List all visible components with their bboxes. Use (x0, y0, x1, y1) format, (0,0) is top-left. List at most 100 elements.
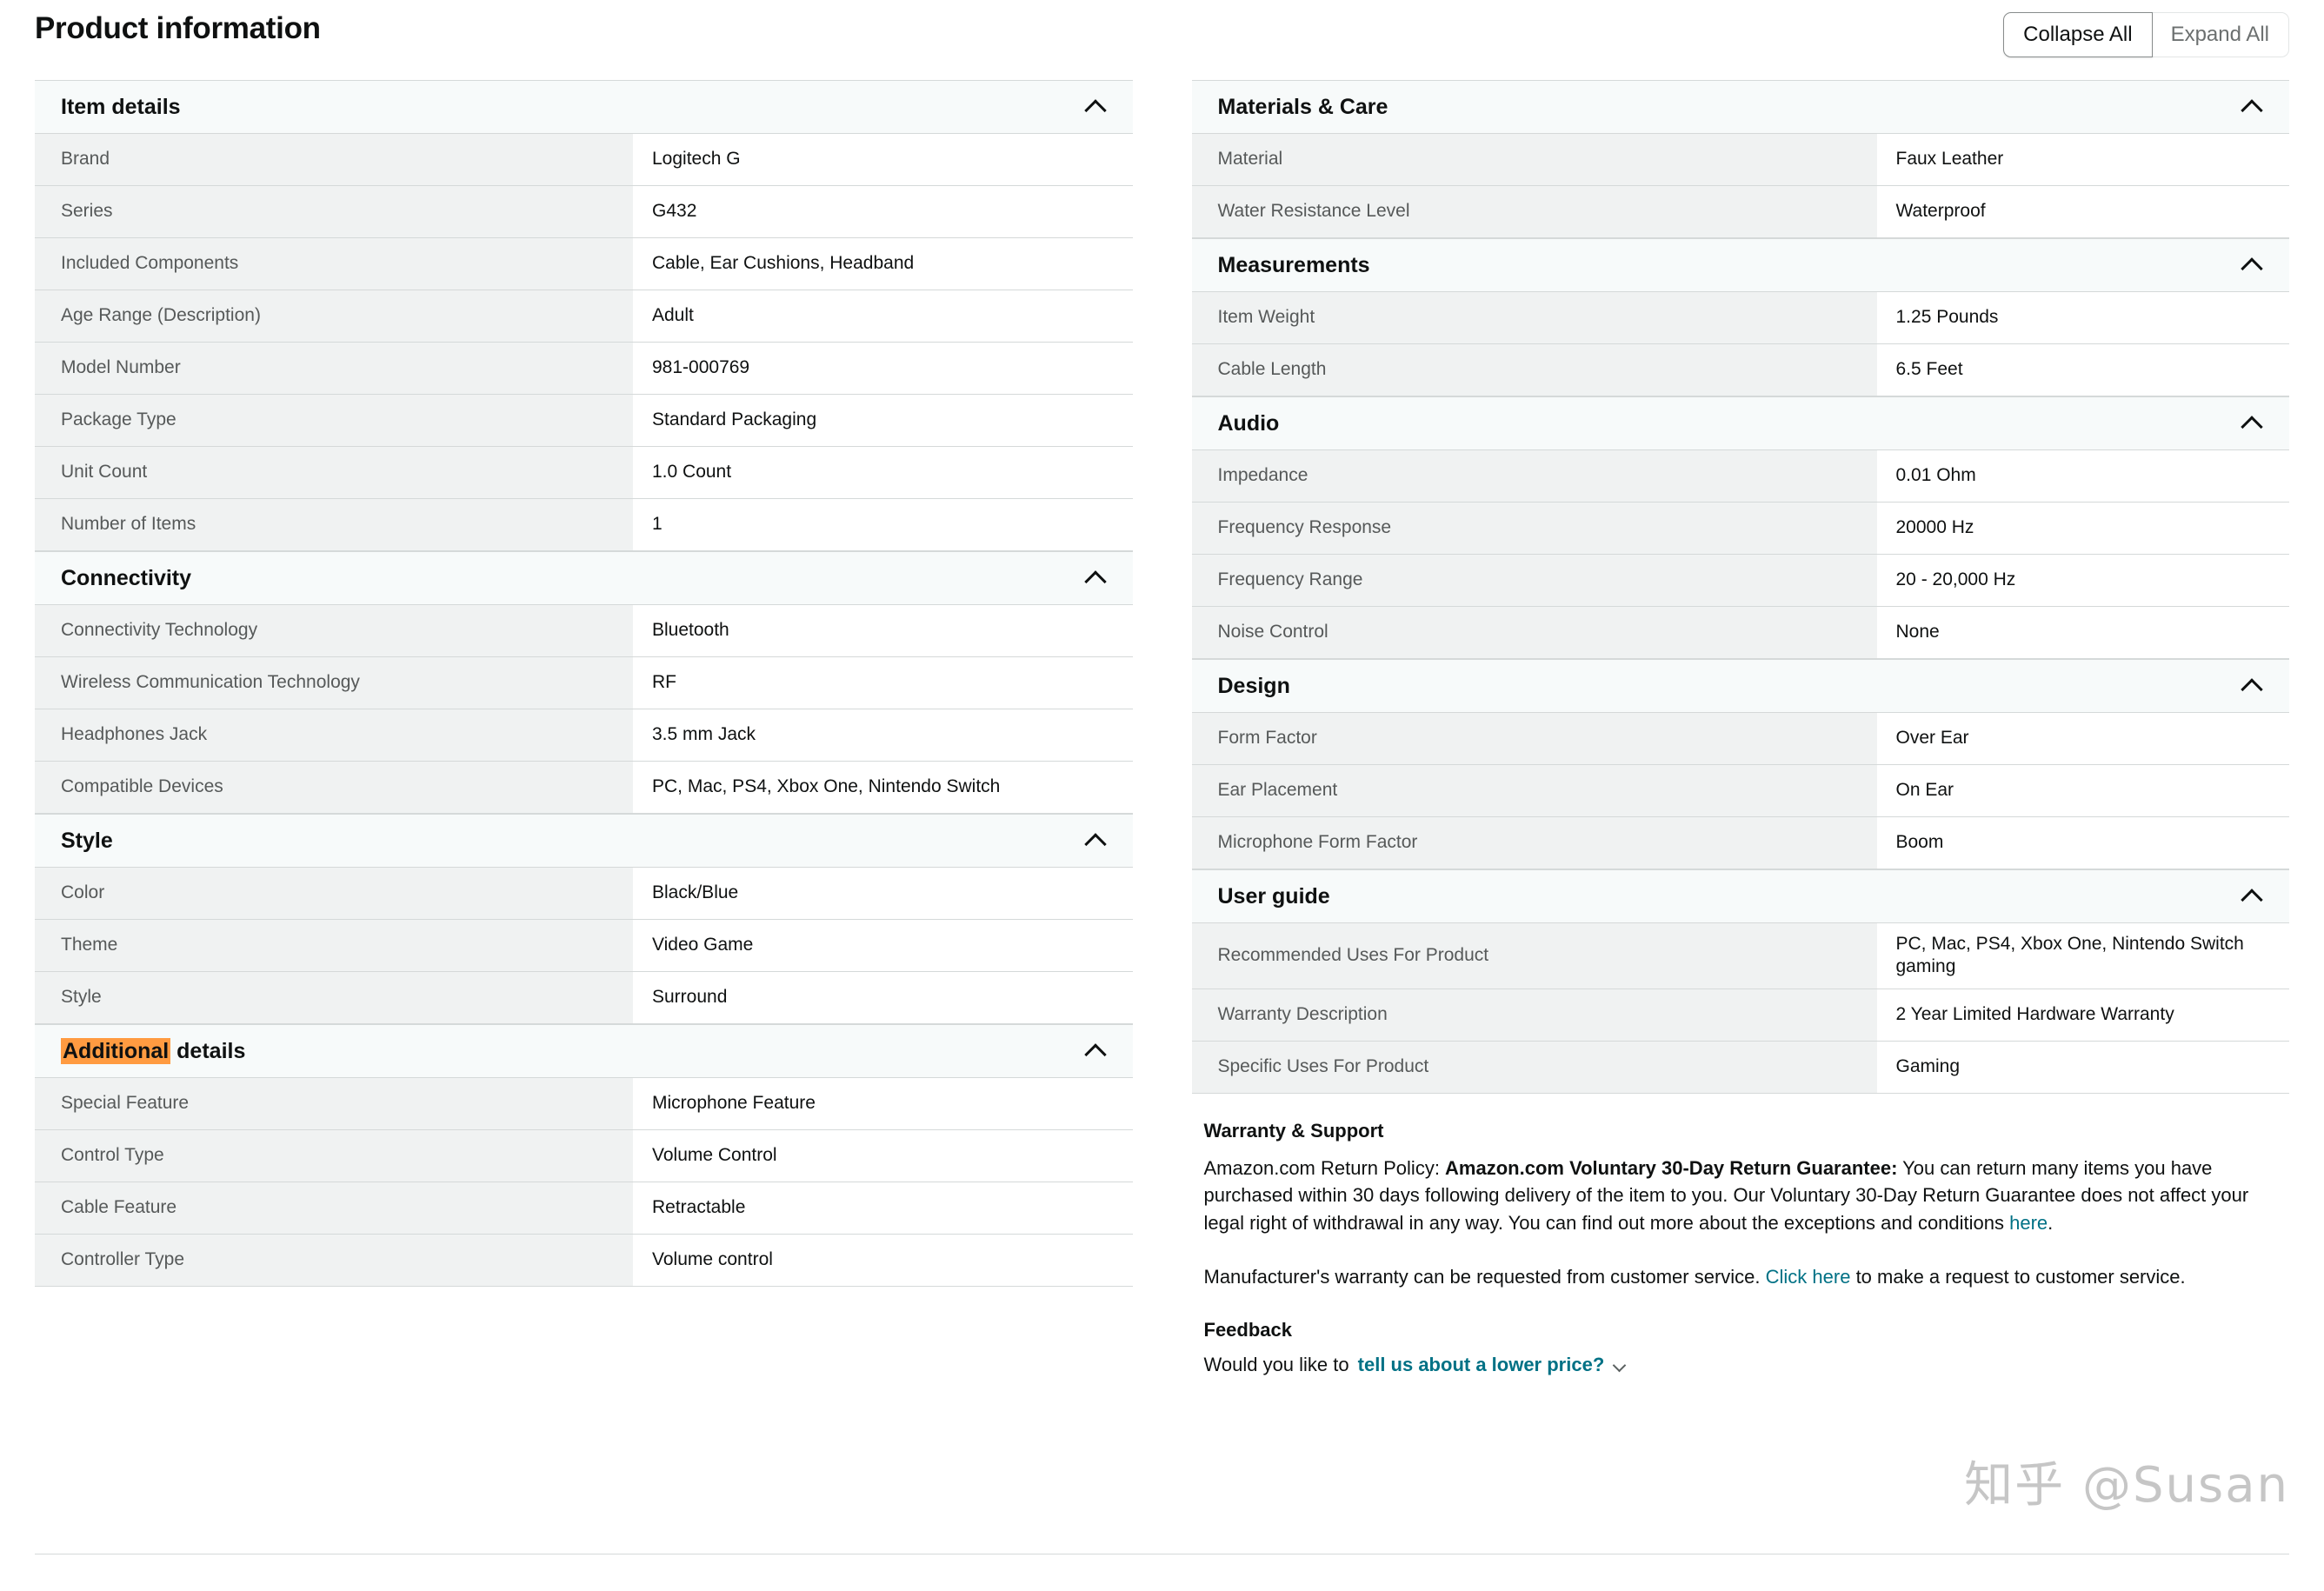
expander-button-group: Collapse All Expand All (2003, 0, 2289, 57)
spec-table: Material Faux Leather Water Resistance Lev… (1191, 133, 2289, 238)
spec-value: 6.5 Feet (1876, 343, 2289, 396)
table-row: Included Components Cable, Ear Cushions, … (35, 237, 1133, 290)
expand-all-button[interactable]: Expand All (2151, 12, 2289, 57)
spec-key: Connectivity Technology (35, 604, 633, 657)
spec-value: On Ear (1876, 764, 2289, 817)
spec-value: Standard Packaging (633, 394, 1133, 447)
table-row: Frequency Response 20000 Hz (1191, 502, 2289, 555)
spec-key: Package Type (35, 394, 633, 447)
spec-key: Age Range (Description) (35, 290, 633, 343)
chevron-down-icon[interactable] (1613, 1359, 1627, 1373)
section-header-measurements[interactable]: Measurements (1191, 238, 2289, 291)
table-row: Number of Items 1 (35, 498, 1133, 551)
spec-key: Item Weight (1191, 291, 1877, 344)
section-title: Measurements (1217, 252, 1370, 277)
table-row: Water Resistance Level Waterproof (1191, 185, 2289, 238)
section-title-rest: details (170, 1038, 246, 1063)
table-row: Color Black/Blue (35, 867, 1133, 920)
section-header-item-details[interactable]: Item details (35, 80, 1133, 133)
spec-value: PC, Mac, PS4, Xbox One, Nintendo Switch … (1876, 922, 2289, 989)
return-policy-suffix: . (2048, 1212, 2054, 1235)
spec-table: Brand Logitech G Series G432 Included Compon… (35, 133, 1133, 551)
spec-value: Cable, Ear Cushions, Headband (633, 237, 1133, 290)
spec-key: Model Number (35, 342, 633, 395)
spec-value: 3.5 mm Jack (633, 709, 1133, 762)
section-header-style[interactable]: Style (35, 814, 1133, 867)
spec-value: 20 - 20,000 Hz (1876, 554, 2289, 607)
table-row: Impedance 0.01 Ohm (1191, 449, 2289, 503)
spec-value: Microphone Feature (633, 1077, 1133, 1130)
section-header-connectivity[interactable]: Connectivity (35, 551, 1133, 604)
section-header-user-guide[interactable]: User guide (1191, 869, 2289, 922)
highlighted-text: Additional (61, 1037, 171, 1064)
section-title: Additional details (61, 1037, 246, 1064)
chevron-up-icon[interactable] (2241, 254, 2263, 276)
spec-key: Frequency Range (1191, 554, 1877, 607)
table-row: Cable Length 6.5 Feet (1191, 343, 2289, 396)
spec-key: Cable Feature (35, 1182, 633, 1235)
spec-key: Specific Uses For Product (1191, 1041, 1877, 1093)
section-header-design[interactable]: Design (1191, 659, 2289, 712)
spec-value: Volume control (633, 1234, 1133, 1287)
spec-key: Frequency Response (1191, 502, 1877, 555)
table-row: Style Surround (35, 971, 1133, 1024)
section-header-audio[interactable]: Audio (1191, 396, 2289, 449)
chevron-up-icon[interactable] (2241, 675, 2263, 697)
spec-key: Cable Length (1191, 343, 1877, 396)
zhihu-watermark: 知乎 @Susan (1964, 1457, 2289, 1514)
click-here-link[interactable]: Click here (1766, 1266, 1851, 1288)
warranty-support-heading: Warranty & Support (1203, 1119, 1384, 1142)
collapse-all-button[interactable]: Collapse All (2003, 12, 2153, 57)
spec-key: Unit Count (35, 446, 633, 499)
spec-key: Special Feature (35, 1077, 633, 1130)
spec-value: 1.25 Pounds (1876, 291, 2289, 344)
spec-table: Impedance 0.01 Ohm Frequency Response 20000… (1191, 449, 2289, 659)
section-title: User guide (1217, 883, 1330, 909)
spec-key: Ear Placement (1191, 764, 1877, 817)
manufacturer-warranty-suffix: to make a request to customer service. (1850, 1266, 2186, 1288)
spec-table: Connectivity Technology Bluetooth Wireless… (35, 604, 1133, 814)
chevron-up-icon[interactable] (1084, 567, 1107, 589)
return-policy-here-link[interactable]: here (2009, 1212, 2048, 1234)
spec-key: Style (35, 971, 633, 1024)
section-header-materials-care[interactable]: Materials & Care (1191, 80, 2289, 133)
table-row: Noise Control None (1191, 606, 2289, 659)
spec-value: Adult (633, 290, 1133, 343)
spec-key: Included Components (35, 237, 633, 290)
chevron-up-icon[interactable] (1084, 1040, 1107, 1062)
table-row: Model Number 981-000769 (35, 342, 1133, 395)
spec-key: Warranty Description (1191, 989, 1877, 1041)
spec-key: Headphones Jack (35, 709, 633, 762)
table-row: Connectivity Technology Bluetooth (35, 604, 1133, 657)
spec-key: Theme (35, 919, 633, 972)
chevron-up-icon[interactable] (2241, 412, 2263, 435)
spec-value: Waterproof (1876, 185, 2289, 238)
spec-key: Form Factor (1191, 712, 1877, 765)
spec-value: 1 (633, 498, 1133, 551)
section-header-additional-details[interactable]: Additional details (35, 1024, 1133, 1077)
spec-key: Compatible Devices (35, 761, 633, 814)
spec-value: RF (633, 656, 1133, 709)
lower-price-link[interactable]: tell us about a lower price? (1358, 1354, 1605, 1376)
return-policy-bold: Amazon.com Voluntary 30-Day Return Guara… (1445, 1156, 1898, 1179)
section-title: Design (1217, 673, 1290, 698)
chevron-up-icon[interactable] (2241, 96, 2263, 118)
table-row: Microphone Form Factor Boom (1191, 816, 2289, 869)
spec-value: Over Ear (1876, 712, 2289, 765)
spec-key: Wireless Communication Technology (35, 656, 633, 709)
table-row: Controller Type Volume control (35, 1234, 1133, 1287)
spec-table: Color Black/Blue Theme Video Game Style Surro… (35, 867, 1133, 1024)
table-row: Package Type Standard Packaging (35, 394, 1133, 447)
chevron-up-icon[interactable] (1084, 829, 1107, 852)
table-row: Ear Placement On Ear (1191, 764, 2289, 817)
chevron-up-icon[interactable] (2241, 885, 2263, 908)
warranty-support-block: Warranty & Support Amazon.com Return Pol… (1192, 1120, 2290, 1292)
manufacturer-warranty-prefix: Manufacturer's warranty can be requested… (1203, 1266, 1766, 1288)
spec-value: Surround (633, 971, 1133, 1024)
spec-key: Microphone Form Factor (1191, 816, 1877, 869)
manufacturer-warranty-paragraph: Manufacturer's warranty can be requested… (1204, 1263, 2274, 1291)
table-row: Series G432 (35, 185, 1133, 238)
chevron-up-icon[interactable] (1084, 96, 1107, 118)
spec-key: Noise Control (1191, 606, 1877, 659)
right-spec-column: Materials & Care Material Faux Leather Wate… (1191, 80, 2290, 1376)
